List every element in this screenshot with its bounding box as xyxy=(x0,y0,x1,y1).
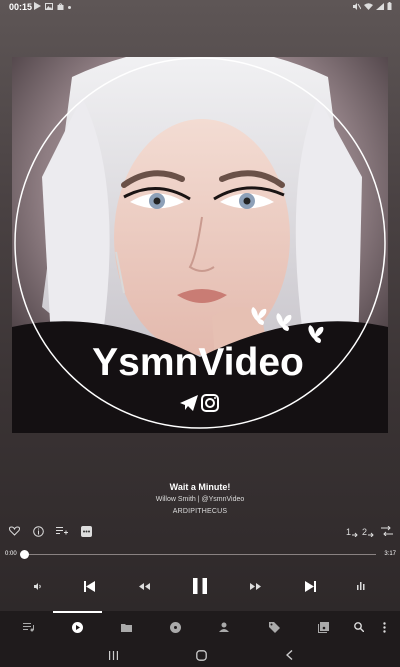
track-artist: Willow Smith | @YsmnVideo xyxy=(155,496,245,503)
add-to-queue-icon[interactable] xyxy=(55,524,69,538)
album-artwork: YsmnVideo xyxy=(12,57,388,433)
status-time: 00:15 xyxy=(9,2,33,12)
track-title: Wait a Minute! xyxy=(169,482,231,492)
heart-icon[interactable] xyxy=(7,524,21,538)
signal-icon xyxy=(376,2,384,12)
artist-icon[interactable] xyxy=(209,611,239,643)
status-bar: 00:15 xyxy=(0,0,400,14)
svg-text:1: 1 xyxy=(346,527,351,537)
seek-bar[interactable]: 0:00 3:17 xyxy=(0,548,400,562)
play-next-icon[interactable]: 1 xyxy=(345,524,359,538)
playlist-icon[interactable] xyxy=(308,611,338,643)
gallery-icon xyxy=(45,2,53,12)
previous-icon[interactable] xyxy=(82,575,96,597)
pause-icon[interactable] xyxy=(190,575,210,597)
bottom-tab-bar xyxy=(0,611,400,643)
album-icon[interactable] xyxy=(160,611,190,643)
equalizer-icon[interactable] xyxy=(355,575,367,597)
action-row: 1 2 xyxy=(0,524,400,538)
fast-forward-icon[interactable] xyxy=(248,575,262,597)
brand-watermark: YsmnVideo xyxy=(92,341,304,384)
volume-icon[interactable] xyxy=(33,575,43,597)
queue-icon[interactable] xyxy=(13,611,43,643)
current-time: 0:00 xyxy=(5,551,17,557)
battery-icon xyxy=(387,2,392,12)
shopping-bag-icon xyxy=(57,2,64,12)
svg-text:2: 2 xyxy=(362,527,367,537)
now-playing-icon[interactable] xyxy=(62,611,92,643)
overflow-menu-icon[interactable] xyxy=(369,611,399,643)
total-time: 3:17 xyxy=(384,551,396,557)
more-menu-icon[interactable] xyxy=(79,524,93,538)
back-icon[interactable] xyxy=(279,647,299,663)
wifi-icon xyxy=(364,2,373,12)
shuffle-icon[interactable] xyxy=(380,524,394,538)
tag-icon[interactable] xyxy=(259,611,289,643)
more-dot-icon xyxy=(68,5,71,9)
add-to-playlist-icon[interactable]: 2 xyxy=(361,524,375,538)
seek-thumb[interactable] xyxy=(19,550,29,559)
playback-controls xyxy=(0,575,400,597)
seek-track[interactable] xyxy=(24,554,376,555)
rewind-icon[interactable] xyxy=(137,575,151,597)
mute-icon xyxy=(353,2,362,12)
home-icon[interactable] xyxy=(191,647,211,663)
recents-icon[interactable] xyxy=(103,647,123,663)
folder-icon[interactable] xyxy=(111,611,141,643)
play-store-icon xyxy=(34,2,41,12)
next-icon[interactable] xyxy=(303,575,317,597)
system-nav-bar xyxy=(0,643,400,667)
info-icon[interactable] xyxy=(31,524,45,538)
track-album: ARDIPITHECUS xyxy=(172,508,228,515)
